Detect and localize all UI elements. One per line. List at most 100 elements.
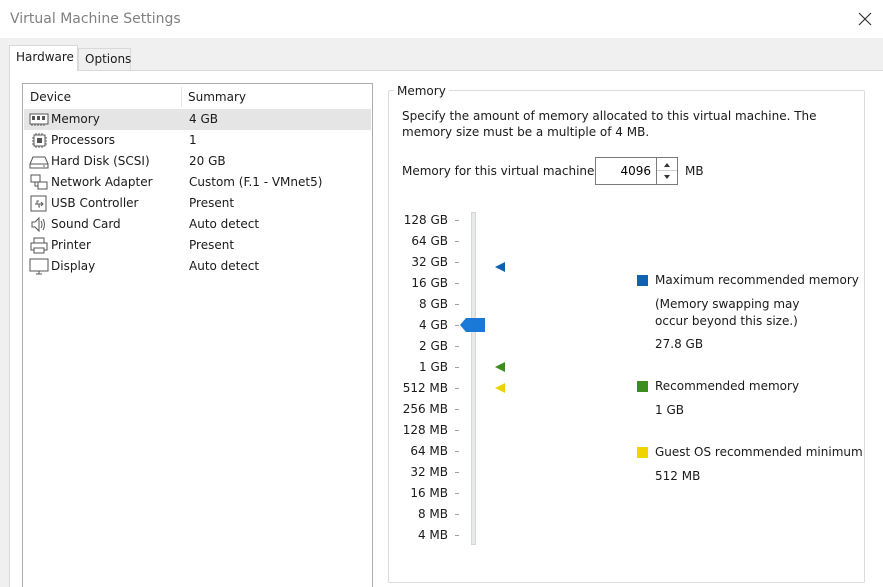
scale-tick <box>455 430 459 431</box>
spin-down-button[interactable] <box>657 171 677 184</box>
scale-tick <box>455 451 459 452</box>
memory-input[interactable] <box>595 157 657 185</box>
device-summary: Present <box>189 196 235 210</box>
device-summary: 1 <box>189 133 197 147</box>
tab-hardware[interactable]: Hardware <box>9 45 78 71</box>
scale-label: 16 MB <box>410 486 448 500</box>
scale-label: 32 GB <box>411 255 448 269</box>
scale-tick <box>455 241 459 242</box>
scale-label: 64 MB <box>410 444 448 458</box>
scale-tick <box>455 388 459 389</box>
speaker-icon <box>31 216 45 233</box>
scale-tick <box>455 262 459 263</box>
close-button[interactable] <box>851 6 879 32</box>
scale-label: 256 MB <box>402 402 448 416</box>
guest-min-title: Guest OS recommended minimum <box>655 445 863 459</box>
device-row-processors[interactable]: Processors 1 <box>24 130 371 151</box>
device-row-network-adapter[interactable]: Network Adapter Custom (F.1 - VMnet5) <box>24 172 371 193</box>
device-name: Sound Card <box>51 217 121 231</box>
scale-label: 8 MB <box>417 507 448 521</box>
memory-slider-track[interactable] <box>471 212 476 545</box>
memory-slider-thumb[interactable] <box>460 318 485 332</box>
memory-icon <box>29 113 49 126</box>
column-header-summary[interactable]: Summary <box>188 90 246 104</box>
max-recommended-title: Maximum recommended memory <box>655 273 859 287</box>
tab-hardware-label: Hardware <box>16 50 74 64</box>
recommended-value: 1 GB <box>655 403 684 417</box>
memory-unit: MB <box>685 164 704 178</box>
printer-icon <box>30 237 48 254</box>
hard-disk-icon <box>29 156 49 169</box>
close-icon <box>858 12 872 26</box>
max-recommended-swatch <box>637 275 648 286</box>
scale-tick <box>455 220 459 221</box>
device-row-memory[interactable]: Memory 4 GB <box>24 109 371 130</box>
scale-label: 64 GB <box>411 234 448 248</box>
device-summary: 4 GB <box>189 112 218 126</box>
max-recommended-note: (Memory swapping may occur beyond this s… <box>655 297 800 328</box>
device-summary: Auto detect <box>189 217 260 231</box>
scale-label: 2 GB <box>419 339 448 353</box>
scale-label: 32 MB <box>410 465 448 479</box>
device-name: Processors <box>51 133 116 147</box>
device-name: Network Adapter <box>51 175 153 189</box>
tab-options-label: Options <box>85 52 132 66</box>
device-name: Display <box>51 259 96 273</box>
scale-tick <box>455 346 459 347</box>
scale-label: 8 GB <box>419 297 448 311</box>
device-summary: Custom (F.1 - VMnet5) <box>189 175 323 189</box>
column-separator[interactable] <box>181 87 182 107</box>
spin-down-icon <box>664 175 670 179</box>
device-name: Memory <box>51 112 100 126</box>
guest-min-marker <box>495 383 505 393</box>
memory-description: Specify the amount of memory allocated t… <box>402 109 817 139</box>
scale-label: 4 GB <box>419 318 448 332</box>
device-name: USB Controller <box>51 196 139 210</box>
usb-icon <box>30 195 47 212</box>
recommended-swatch <box>637 381 648 392</box>
device-summary: Present <box>189 238 235 252</box>
device-row-display[interactable]: Display Auto detect <box>24 256 371 277</box>
processor-icon <box>32 133 47 148</box>
memory-spinner <box>657 157 678 185</box>
scale-tick <box>455 325 459 326</box>
scale-tick <box>455 367 459 368</box>
device-row-hard-disk[interactable]: Hard Disk (SCSI) 20 GB <box>24 151 371 172</box>
recommended-marker <box>495 362 505 372</box>
scale-label: 16 GB <box>411 276 448 290</box>
memory-input-label: Memory for this virtual machine: <box>402 164 599 178</box>
scale-label: 128 MB <box>402 423 448 437</box>
spin-up-button[interactable] <box>657 158 677 171</box>
memory-group-title: Memory <box>394 84 449 98</box>
device-row-sound-card[interactable]: Sound Card Auto detect <box>24 214 371 235</box>
scale-tick <box>455 514 459 515</box>
device-row-printer[interactable]: Printer Present <box>24 235 371 256</box>
scale-label: 4 MB <box>417 528 448 542</box>
scale-tick <box>455 304 459 305</box>
device-summary: 20 GB <box>189 154 226 168</box>
guest-min-swatch <box>637 447 648 458</box>
device-list[interactable]: Device Summary Memory 4 GB Processors 1 … <box>22 83 373 587</box>
device-list-header: Device Summary <box>23 84 372 108</box>
display-icon <box>29 258 49 275</box>
device-row-usb-controller[interactable]: USB Controller Present <box>24 193 371 214</box>
window-title: Virtual Machine Settings <box>10 11 181 27</box>
recommended-title: Recommended memory <box>655 379 800 393</box>
scale-tick <box>455 472 459 473</box>
max-recommended-marker <box>495 262 505 272</box>
max-recommended-value: 27.8 GB <box>655 337 704 351</box>
device-name: Hard Disk (SCSI) <box>51 154 150 168</box>
tab-options[interactable]: Options <box>78 48 131 70</box>
scale-tick <box>455 283 459 284</box>
scale-label: 1 GB <box>419 360 448 374</box>
title-bar: Virtual Machine Settings <box>0 0 883 38</box>
scale-label: 128 GB <box>403 213 448 227</box>
scale-label: 512 MB <box>402 381 448 395</box>
guest-min-value: 512 MB <box>655 469 701 483</box>
scale-tick <box>455 409 459 410</box>
scale-tick <box>455 535 459 536</box>
scale-tick <box>455 493 459 494</box>
device-summary: Auto detect <box>189 259 260 273</box>
column-header-device[interactable]: Device <box>30 90 71 104</box>
spin-up-icon <box>664 163 670 167</box>
